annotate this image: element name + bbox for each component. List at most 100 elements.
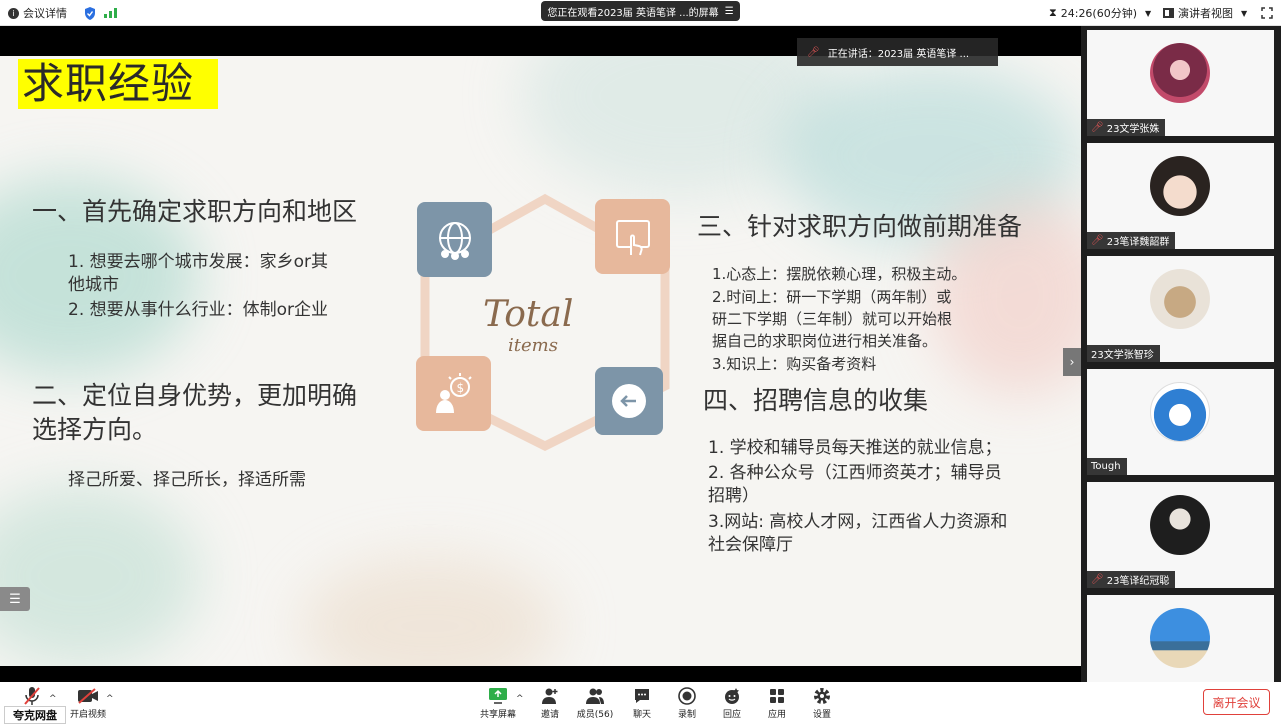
chevron-down-icon: ▼ — [1241, 8, 1248, 18]
settings-label: 设置 — [812, 710, 831, 720]
svg-text:$: $ — [456, 381, 464, 395]
apps-button[interactable]: 应用 — [757, 685, 797, 721]
tile-network — [417, 202, 492, 277]
react-button[interactable]: 回应 — [712, 685, 752, 721]
participant-name-text: 23文学张姝 — [1106, 124, 1160, 135]
participant-name-text: 23笔译魏韶群 — [1106, 237, 1170, 248]
section-4-line-3: 3.网站: 高校人才网，江西省人力资源和 — [708, 512, 1008, 532]
people-icon — [585, 685, 605, 707]
invite-label: 邀请 — [540, 710, 559, 720]
avatar — [1150, 382, 1210, 442]
avatar — [1150, 608, 1210, 668]
meeting-timer: ⧗ 24:26(60分钟) ▼ — [1049, 4, 1151, 22]
participant-tile[interactable]: 🎤︎ 23笔译纪冠聪 — [1087, 482, 1274, 588]
leave-label: 离开会议 — [1212, 695, 1261, 710]
info-icon: i — [8, 7, 19, 19]
fullscreen-icon[interactable] — [1261, 4, 1273, 22]
active-speaker-indicator: 🎤︎ 正在讲话：2023届 英语笔译 ... — [797, 38, 998, 66]
mic-icon: 🎤︎ — [1091, 122, 1104, 133]
meeting-info-button[interactable]: i 会议详情 — [8, 4, 67, 22]
slide-title: 求职经验 — [18, 59, 218, 109]
section-1-heading: 一、首先确定求职方向和地区 — [32, 197, 358, 226]
quark-label: 夸克网盘 — [13, 709, 57, 722]
tile-back — [595, 367, 663, 435]
settings-button[interactable]: 设置 — [802, 685, 842, 721]
section-3-heading: 三、针对求职方向做前期准备 — [697, 212, 1023, 241]
section-4-line-3b: 社会保障厅 — [708, 535, 793, 555]
section-3-line-4: 据自己的求职岗位进行相关准备。 — [712, 332, 938, 350]
section-4-line-2: 2. 各种公众号（江西师资英才；辅导员 — [708, 463, 1002, 483]
shared-screen: 求职经验 一、首先确定求职方向和地区 1. 想要去哪个城市发展：家乡or其 他城… — [0, 26, 1081, 682]
quark-drive-popup[interactable]: 夸克网盘 — [4, 706, 66, 724]
section-3-line-3: 研二下学期（三年制）就可以开始根 — [712, 310, 953, 328]
screen-share-notice: 您正在观看2023届 英语笔译 ...的屏幕 ☰ — [541, 1, 740, 21]
leave-meeting-button[interactable]: 离开会议 — [1203, 689, 1270, 715]
security-shield-icon[interactable] — [84, 4, 96, 22]
video-options-chevron[interactable]: ^ — [106, 694, 114, 704]
hourglass-icon: ⧗ — [1049, 6, 1057, 19]
participant-name: 🎤︎ 23文学张姝 — [1087, 119, 1166, 136]
record-button[interactable]: 录制 — [667, 685, 707, 721]
video-button[interactable]: 开启视频 — [66, 685, 110, 721]
chat-button[interactable]: 聊天 — [622, 685, 662, 721]
mic-muted-icon: 🎤︎ — [807, 46, 820, 58]
bottom-toolbar: ^ 开启视频 ^ 夸克网盘 共享屏幕 ^ 邀请 成员(56) 聊天 录制 回应 … — [0, 682, 1281, 724]
participant-name-text: 23文学张智珍 — [1091, 350, 1154, 361]
mute-options-chevron[interactable]: ^ — [49, 694, 57, 704]
members-button[interactable]: 成员(56) — [575, 685, 615, 721]
top-bar: i 会议详情 您正在观看2023届 英语笔译 ...的屏幕 ☰ ⧗ 24:26(… — [0, 0, 1281, 26]
participant-name-text: 23笔译纪冠聪 — [1106, 576, 1170, 587]
share-label: 共享屏幕 — [479, 710, 516, 720]
section-2-heading-b: 选择方向。 — [32, 415, 158, 444]
participant-name: 🎤︎ 23笔译纪冠聪 — [1087, 571, 1176, 588]
chevron-down-icon[interactable]: ▼ — [1145, 9, 1151, 18]
mic-icon: 🎤︎ — [1091, 235, 1104, 246]
touch-screen-icon — [615, 219, 650, 255]
section-4-heading: 四、招聘信息的收集 — [703, 386, 929, 415]
slide-menu-button[interactable]: ☰ — [0, 587, 30, 611]
share-screen-icon — [488, 685, 508, 707]
apps-grid-icon — [769, 685, 785, 707]
emoji-icon — [723, 685, 741, 707]
section-1-line-2: 2. 想要从事什么行业：体制or企业 — [68, 300, 329, 320]
participant-name: 23文学张智珍 — [1087, 345, 1160, 362]
chat-bubble-icon — [633, 685, 651, 707]
section-2-body: 择己所爱、择己所长，择适所需 — [68, 470, 306, 490]
notice-text: 您正在观看2023届 英语笔译 ...的屏幕 — [547, 7, 719, 19]
participant-tile[interactable] — [1087, 595, 1274, 682]
participant-tile[interactable]: Tough — [1087, 369, 1274, 475]
record-icon — [678, 685, 696, 707]
camera-off-icon — [77, 685, 99, 707]
video-label: 开启视频 — [69, 710, 106, 720]
center-total-label: Total — [483, 294, 574, 335]
section-1-line-1b: 他城市 — [68, 275, 119, 295]
record-label: 录制 — [677, 710, 696, 720]
participant-tile[interactable]: 🎤︎ 23文学张姝 — [1087, 30, 1274, 136]
gear-icon — [813, 685, 831, 707]
globe-people-icon — [438, 221, 471, 260]
center-items-label: items — [508, 335, 558, 356]
section-3-line-1: 1.心态上：摆脱依赖心理，积极主动。 — [712, 265, 967, 283]
section-3-line-5: 3.知识上：购买备考资料 — [712, 355, 877, 373]
avatar — [1150, 43, 1210, 103]
signal-icon — [104, 4, 117, 22]
participant-tile[interactable]: 23文学张智珍 — [1087, 256, 1274, 362]
timer-text: 24:26(60分钟) — [1060, 7, 1138, 20]
section-4-line-2b: 招聘） — [708, 486, 759, 506]
mic-muted-icon — [23, 685, 41, 707]
back-arrow-icon — [612, 384, 646, 418]
share-screen-button[interactable]: 共享屏幕 — [476, 685, 520, 721]
collapse-panel-button[interactable]: › — [1063, 348, 1081, 376]
share-options-chevron[interactable]: ^ — [516, 694, 524, 704]
tile-touch — [595, 199, 670, 274]
meeting-info-label: 会议详情 — [23, 7, 67, 20]
chat-label: 聊天 — [632, 710, 651, 720]
view-mode-button[interactable]: 演讲者视图 ▼ — [1163, 4, 1247, 22]
section-4-line-1: 1. 学校和辅导员每天推送的就业信息； — [708, 438, 1002, 458]
participant-name: 🎤︎ 23笔译魏韶群 — [1087, 232, 1176, 249]
section-3-line-2: 2.时间上：研一下学期（两年制）或 — [712, 288, 952, 306]
view-mode-label: 演讲者视图 — [1178, 7, 1233, 20]
participant-tile[interactable]: 🎤︎ 23笔译魏韶群 — [1087, 143, 1274, 249]
menu-icon[interactable]: ☰ — [725, 6, 734, 17]
invite-button[interactable]: 邀请 — [530, 685, 570, 721]
